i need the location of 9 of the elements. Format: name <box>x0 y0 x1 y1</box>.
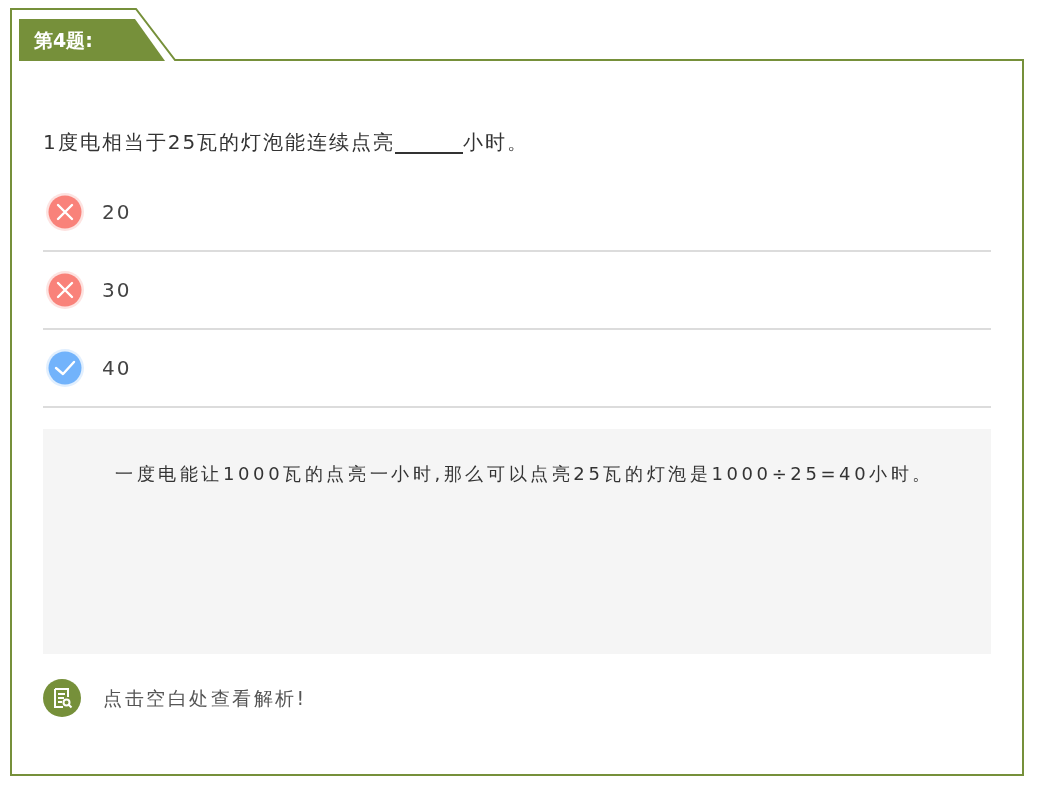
explanation-text: 一度电能让1000瓦的点亮一小时,那么可以点亮25瓦的灯泡是1000÷25=40小时。 <box>114 462 935 486</box>
hint-text[interactable]: 点击空白处查看解析! <box>103 683 307 713</box>
document-icon <box>43 679 81 717</box>
question-text: 小时。 <box>463 129 530 156</box>
option-text: 40 <box>102 355 132 382</box>
option-text: 20 <box>102 199 132 226</box>
question-number: 第4题: <box>34 28 93 52</box>
question-text: 1度电相当于25瓦的灯泡能连续点亮 <box>43 129 396 156</box>
option-text: 30 <box>102 277 132 304</box>
